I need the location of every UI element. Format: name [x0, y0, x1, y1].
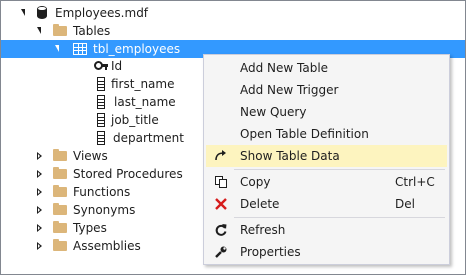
- menu-item-shortcut: Del: [395, 197, 415, 211]
- column-label: last_name: [114, 95, 176, 109]
- menu-item-add-new-trigger[interactable]: Add New Trigger: [206, 79, 447, 101]
- menu-item-label: Refresh: [240, 223, 286, 237]
- tree-node-functions[interactable]: Functions: [1, 183, 201, 201]
- copy-icon: [214, 175, 228, 189]
- show-data-arrow-icon: [214, 149, 228, 163]
- delete-x-icon: [214, 197, 228, 211]
- tree-node-label: tbl_employees: [93, 42, 181, 56]
- tree-node-label: Stored Procedures: [73, 167, 183, 181]
- menu-item-label: Copy: [240, 175, 271, 189]
- folder-icon: [53, 239, 67, 251]
- expand-arrow-icon[interactable]: [37, 206, 42, 214]
- refresh-icon: [214, 223, 228, 237]
- tree-node-column[interactable]: first_name: [1, 75, 201, 93]
- folder-icon: [53, 203, 67, 215]
- column-label: first_name: [111, 77, 175, 91]
- folder-icon: [53, 167, 67, 179]
- menu-item-label: Properties: [240, 245, 301, 259]
- column-icon: [97, 95, 105, 109]
- tree-node-column[interactable]: job_title: [1, 111, 201, 129]
- column-label: Id: [111, 59, 123, 73]
- menu-separator: [234, 217, 445, 218]
- tree-node-database[interactable]: Employees.mdf: [1, 4, 465, 22]
- tree-node-label: Tables: [73, 24, 111, 38]
- menu-item-copy[interactable]: Copy Ctrl+C: [206, 171, 447, 193]
- table-icon: [73, 43, 87, 55]
- menu-item-add-new-table[interactable]: Add New Table: [206, 57, 447, 79]
- expand-arrow-icon[interactable]: [37, 224, 42, 232]
- primary-key-icon: [94, 61, 108, 70]
- collapse-arrow-icon[interactable]: [37, 27, 41, 34]
- expand-arrow-icon[interactable]: [37, 188, 42, 196]
- column-icon: [97, 113, 105, 127]
- menu-item-refresh[interactable]: Refresh: [206, 219, 447, 241]
- menu-item-label: Add New Table: [240, 61, 329, 75]
- column-icon: [97, 131, 105, 145]
- menu-item-new-query[interactable]: New Query: [206, 101, 447, 123]
- column-label: job_title: [111, 113, 159, 127]
- tree-node-label: Functions: [73, 185, 131, 199]
- folder-icon: [53, 221, 67, 233]
- menu-item-label: Delete: [240, 197, 280, 211]
- menu-item-shortcut: Ctrl+C: [395, 175, 435, 189]
- tree-node-label: Assemblies: [73, 239, 141, 253]
- menu-item-properties[interactable]: Properties: [206, 241, 447, 263]
- menu-item-label: New Query: [240, 105, 307, 119]
- menu-item-label: Show Table Data: [240, 149, 340, 163]
- tree-node-stored-procedures[interactable]: Stored Procedures: [1, 165, 201, 183]
- folder-icon: [53, 185, 67, 197]
- wrench-icon: [214, 245, 228, 259]
- expand-arrow-icon[interactable]: [37, 170, 42, 178]
- menu-item-delete[interactable]: Delete Del: [206, 193, 447, 215]
- tree-node-synonyms[interactable]: Synonyms: [1, 201, 201, 219]
- folder-icon: [53, 24, 67, 36]
- menu-separator: [234, 169, 445, 170]
- tree-node-label: Views: [73, 149, 108, 163]
- tree-node-column[interactable]: Id: [1, 57, 201, 75]
- column-label: department: [113, 131, 184, 145]
- tree-node-assemblies[interactable]: Assemblies: [1, 237, 201, 255]
- tree-node-tables[interactable]: Tables: [1, 22, 465, 40]
- tree-node-label: Types: [73, 221, 107, 235]
- expand-arrow-icon[interactable]: [37, 242, 42, 250]
- context-menu: Add New Table Add New Trigger New Query …: [203, 54, 450, 265]
- tree-node-column[interactable]: department: [1, 129, 201, 147]
- tree-node-views[interactable]: Views: [1, 147, 201, 165]
- tree-node-label: Synonyms: [73, 203, 136, 217]
- collapse-arrow-icon[interactable]: [55, 45, 59, 52]
- server-explorer-tree: Employees.mdf Tables tbl_employees Id fi…: [0, 0, 466, 275]
- menu-item-label: Open Table Definition: [240, 127, 369, 141]
- folder-icon: [53, 149, 67, 161]
- expand-arrow-icon[interactable]: [37, 152, 42, 160]
- menu-item-show-table-data[interactable]: Show Table Data: [206, 145, 447, 167]
- tree-node-label: Employees.mdf: [55, 6, 149, 20]
- database-icon: [37, 6, 47, 19]
- column-icon: [97, 77, 105, 91]
- tree-node-types[interactable]: Types: [1, 219, 201, 237]
- menu-item-label: Add New Trigger: [240, 83, 339, 97]
- tree-node-column[interactable]: last_name: [1, 93, 201, 111]
- menu-item-open-table-definition[interactable]: Open Table Definition: [206, 123, 447, 145]
- collapse-arrow-icon[interactable]: [21, 9, 25, 16]
